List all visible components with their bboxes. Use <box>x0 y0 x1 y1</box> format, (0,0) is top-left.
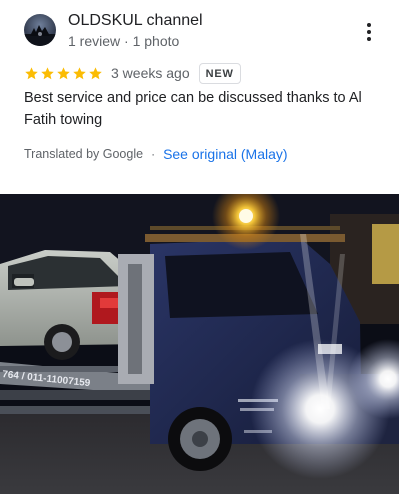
profile-photo-icon <box>24 14 56 46</box>
review-text: Best service and price can be discussed … <box>24 90 362 128</box>
star-icon <box>89 66 102 79</box>
rating-row: 3 weeks ago NEW <box>24 62 241 84</box>
review-date: 3 weeks ago <box>111 65 190 81</box>
review-photo[interactable]: 764 / 011-11007159 <box>0 194 399 494</box>
star-icon <box>73 66 86 79</box>
more-options-button[interactable] <box>358 20 380 44</box>
author-stats: 1 review · 1 photo <box>68 33 180 49</box>
new-badge: NEW <box>198 62 241 84</box>
more-vert-icon <box>367 23 371 27</box>
separator-dot: · <box>151 147 156 161</box>
star-icon <box>57 66 70 79</box>
avatar[interactable] <box>24 14 56 46</box>
translated-by-label: Translated by Google <box>24 147 144 161</box>
see-original-link[interactable]: See original (Malay) <box>163 146 288 162</box>
star-icon <box>41 66 54 79</box>
author-name[interactable]: OLDSKUL channel <box>68 12 203 30</box>
star-rating <box>24 66 103 81</box>
review-card: OLDSKUL channel 1 review · 1 photo 3 wee… <box>0 0 399 194</box>
tow-truck-night-photo: 764 / 011-11007159 <box>0 194 399 494</box>
translation-row: Translated by Google · See original (Mal… <box>24 144 288 164</box>
star-icon <box>25 66 38 79</box>
